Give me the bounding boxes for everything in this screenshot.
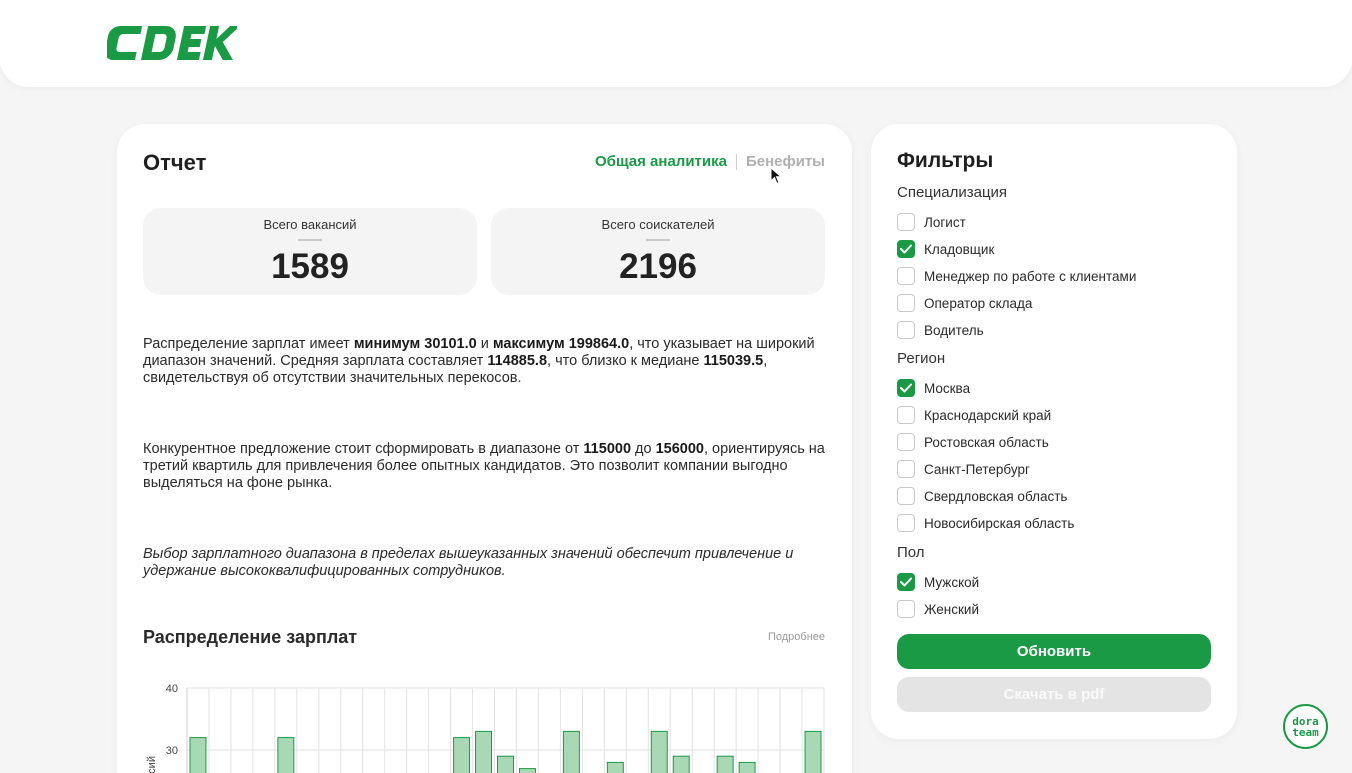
- checkbox[interactable]: [897, 294, 915, 312]
- checkbox[interactable]: [897, 406, 915, 424]
- divider: [298, 239, 322, 241]
- dora-team-badge[interactable]: dora team: [1283, 704, 1328, 749]
- histogram-bar: [738, 761, 756, 773]
- filters-title: Фильтры: [897, 149, 994, 172]
- y-axis-label: ...сий: [146, 756, 158, 773]
- histogram-bar: [562, 730, 580, 773]
- filter-option[interactable]: Оператор склада: [897, 293, 1032, 313]
- filter-option[interactable]: Кладовщик: [897, 239, 994, 259]
- filter-option[interactable]: Женский: [897, 599, 979, 619]
- conclusion-paragraph: Выбор зарплатного диапазона в пределах в…: [143, 546, 794, 579]
- histogram-bar: [716, 755, 734, 773]
- filter-group-label: Специализация: [897, 184, 1008, 201]
- salary-summary-paragraph: Распределение зарплат имеет минимум 3010…: [143, 336, 815, 386]
- stat-card-applicants: Всего соискателей 2196: [491, 208, 825, 295]
- checkbox[interactable]: [897, 213, 915, 231]
- histogram-bar: [672, 755, 690, 773]
- salary-distribution-chart: 30 40 ...сий: [146, 683, 825, 773]
- filter-option[interactable]: Мужской: [897, 572, 979, 592]
- checkbox[interactable]: [897, 240, 915, 258]
- stat-value: 2196: [619, 247, 697, 286]
- checkbox[interactable]: [897, 433, 915, 451]
- filter-option-label: Женский: [924, 601, 980, 617]
- checkbox[interactable]: [897, 460, 915, 478]
- filter-option[interactable]: Новосибирская область: [897, 513, 1074, 533]
- filter-option[interactable]: Краснодарский край: [897, 405, 1051, 425]
- check-icon: [900, 577, 912, 587]
- histogram-bar: [518, 768, 536, 773]
- filter-option[interactable]: Москва: [897, 378, 970, 398]
- checkbox[interactable]: [897, 514, 915, 532]
- filter-option-label: Краснодарский край: [924, 407, 1052, 423]
- tab-general-analytics[interactable]: Общая аналитика: [595, 153, 727, 170]
- stat-value: 1589: [271, 247, 349, 286]
- more-link[interactable]: Подробнее: [768, 631, 825, 643]
- filter-option-label: Мужской: [924, 574, 980, 590]
- mouse-cursor-icon: [770, 167, 782, 185]
- checkbox[interactable]: [897, 321, 915, 339]
- offer-recommendation-paragraph: Конкурентное предложение стоит сформиров…: [143, 441, 825, 491]
- histogram-bar: [497, 755, 514, 773]
- divider: [646, 239, 670, 241]
- filter-option[interactable]: Ростовская область: [897, 432, 1049, 452]
- checkbox[interactable]: [897, 487, 915, 505]
- filter-option[interactable]: Менеджер по работе с клиентами: [897, 266, 1136, 286]
- filter-option-label: Водитель: [924, 322, 984, 338]
- histogram-bar: [804, 730, 822, 773]
- check-icon: [900, 383, 912, 393]
- filter-option-label: Ростовская область: [924, 434, 1049, 450]
- checkbox[interactable]: [897, 573, 915, 591]
- histogram-bar: [453, 737, 471, 773]
- filter-option-label: Менеджер по работе с клиентами: [924, 268, 1137, 284]
- stat-label: Всего вакансий: [263, 217, 357, 232]
- y-tick-label: 40: [166, 683, 178, 695]
- filter-option-label: Санкт-Петербург: [924, 461, 1030, 477]
- filter-option-label: Кладовщик: [924, 241, 995, 257]
- histogram-bar: [606, 761, 624, 773]
- top-bar: [0, 0, 1352, 87]
- filters-card: Фильтры Обновить Скачать в pdf Специализ…: [871, 124, 1237, 739]
- report-card: Отчет Общая аналитика Бенефиты Всего вак…: [117, 124, 852, 773]
- filter-option-label: Москва: [924, 380, 971, 396]
- histogram-bar: [475, 730, 493, 773]
- filter-option[interactable]: Логист: [897, 212, 966, 232]
- histogram-bar: [189, 737, 207, 773]
- filter-group-label: Пол: [897, 544, 925, 561]
- cdek-logo[interactable]: [104, 22, 241, 64]
- tab-benefits[interactable]: Бенефиты: [746, 153, 825, 170]
- report-title: Отчет: [143, 150, 207, 175]
- badge-line-2: team: [1292, 725, 1319, 739]
- filter-option-label: Новосибирская область: [924, 515, 1075, 531]
- filter-option-label: Свердловская область: [924, 488, 1068, 504]
- filter-group-label: Регион: [897, 350, 946, 367]
- stat-label: Всего соискателей: [601, 217, 715, 232]
- filter-option[interactable]: Санкт-Петербург: [897, 459, 1030, 479]
- distribution-title: Распределение зарплат: [143, 627, 358, 647]
- filter-option[interactable]: Свердловская область: [897, 486, 1067, 506]
- histogram-bar: [277, 737, 295, 773]
- y-tick-label: 30: [166, 745, 178, 757]
- badge-line-1: dora: [1292, 714, 1319, 728]
- tab-divider: [735, 153, 737, 170]
- report-tabs: Общая аналитика Бенефиты: [595, 153, 825, 170]
- filter-option[interactable]: Водитель: [897, 320, 984, 340]
- checkbox[interactable]: [897, 379, 915, 397]
- update-button[interactable]: Обновить: [897, 634, 1211, 669]
- checkbox[interactable]: [897, 267, 915, 285]
- histogram-bar: [650, 730, 668, 773]
- stat-card-vacancies: Всего вакансий 1589: [143, 208, 477, 295]
- checkbox[interactable]: [897, 600, 915, 618]
- download-pdf-button[interactable]: Скачать в pdf: [897, 677, 1211, 712]
- filter-option-label: Логист: [924, 214, 966, 230]
- filter-option-label: Оператор склада: [924, 295, 1033, 311]
- check-icon: [900, 244, 912, 254]
